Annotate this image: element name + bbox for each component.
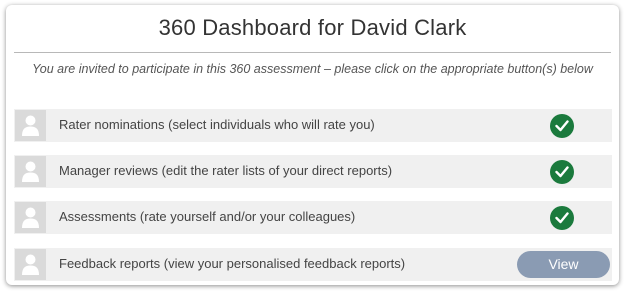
check-icon bbox=[550, 206, 574, 230]
user-icon bbox=[15, 249, 46, 280]
title-divider bbox=[14, 52, 611, 53]
view-feedback-button[interactable]: View bbox=[517, 251, 610, 278]
user-icon bbox=[15, 202, 46, 233]
row-rater-nominations[interactable]: Rater nominations (select individuals wh… bbox=[14, 109, 612, 142]
dashboard-card: 360 Dashboard for David Clark You are in… bbox=[6, 5, 619, 285]
check-icon bbox=[550, 160, 574, 184]
row-label: Rater nominations (select individuals wh… bbox=[59, 117, 375, 132]
row-assessments[interactable]: Assessments (rate yourself and/or your c… bbox=[14, 201, 612, 234]
user-icon bbox=[15, 110, 46, 141]
user-icon bbox=[15, 156, 46, 187]
row-manager-reviews[interactable]: Manager reviews (edit the rater lists of… bbox=[14, 155, 612, 188]
page-title: 360 Dashboard for David Clark bbox=[158, 15, 467, 40]
row-label: Feedback reports (view your personalised… bbox=[59, 256, 406, 271]
row-feedback-reports: Feedback reports (view your personalised… bbox=[14, 248, 612, 281]
row-label: Manager reviews (edit the rater lists of… bbox=[59, 163, 393, 178]
row-label: Assessments (rate yourself and/or your c… bbox=[59, 209, 356, 224]
intro-text: You are invited to participate in this 3… bbox=[32, 62, 593, 76]
check-icon bbox=[550, 114, 574, 138]
